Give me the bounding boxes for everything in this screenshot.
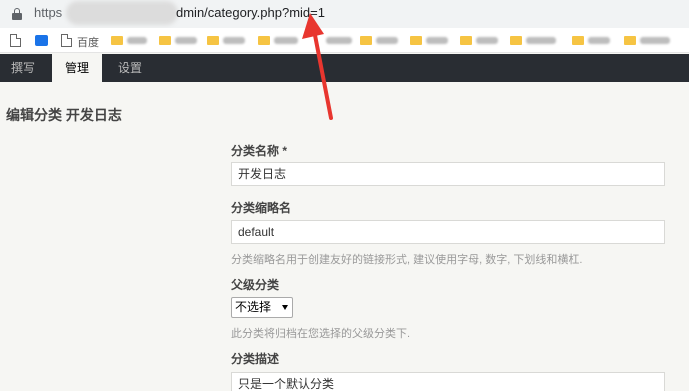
redacted-bookmark — [127, 37, 147, 44]
app-icon[interactable] — [35, 35, 48, 46]
url-path: dmin/category.php?mid=1 — [176, 5, 325, 20]
redacted-bookmark — [426, 37, 448, 44]
parent-category-label: 父级分类 — [231, 278, 280, 292]
url-protocol: https — [34, 5, 63, 20]
redacted-bookmark — [476, 37, 498, 44]
parent-category-select[interactable]: 不选择 — [231, 297, 293, 318]
redacted-domain — [66, 1, 178, 25]
folder-icon[interactable] — [111, 36, 123, 45]
admin-nav: 撰写 管理 设置 — [0, 54, 689, 82]
folder-icon[interactable] — [572, 36, 584, 45]
bookmarks-bar: 百度 — [0, 28, 689, 53]
bookmark-label[interactable]: 百度 — [77, 34, 99, 50]
page-icon[interactable] — [61, 34, 72, 47]
redacted-bookmark — [640, 37, 670, 44]
folder-icon[interactable] — [159, 36, 171, 45]
category-name-label: 分类名称 * — [231, 144, 288, 158]
page-title: 编辑分类 开发日志 — [6, 107, 122, 123]
redacted-bookmark — [588, 37, 610, 44]
folder-icon[interactable] — [624, 36, 636, 45]
category-desc-label: 分类描述 — [231, 352, 280, 366]
redacted-bookmark — [376, 37, 398, 44]
folder-icon[interactable] — [207, 36, 219, 45]
redacted-bookmark — [223, 37, 245, 44]
redacted-bookmark — [274, 37, 298, 44]
nav-write[interactable]: 撰写 — [0, 54, 46, 82]
category-slug-input[interactable]: default — [231, 220, 665, 244]
folder-icon[interactable] — [460, 36, 472, 45]
category-name-input[interactable]: 开发日志 — [231, 162, 665, 186]
folder-icon[interactable] — [258, 36, 270, 45]
folder-icon[interactable] — [410, 36, 422, 45]
redacted-bookmark — [175, 37, 197, 44]
folder-icon[interactable] — [360, 36, 372, 45]
redacted-bookmark — [326, 37, 352, 44]
redacted-bookmark — [526, 37, 556, 44]
parent-category-value: 不选择 — [235, 300, 272, 314]
category-desc-input[interactable]: 只是一个默认分类 — [231, 372, 665, 391]
browser-address-bar: https dmin/category.php?mid=1 — [0, 0, 689, 28]
category-slug-label: 分类缩略名 — [231, 201, 292, 215]
nav-settings[interactable]: 设置 — [106, 54, 154, 82]
lock-icon[interactable] — [12, 8, 22, 20]
slug-hint: 分类缩略名用于创建友好的链接形式, 建议使用字母, 数字, 下划线和横杠. — [231, 254, 583, 266]
folder-icon[interactable] — [510, 36, 522, 45]
page-icon[interactable] — [10, 34, 21, 47]
parent-hint: 此分类将归档在您选择的父级分类下. — [231, 328, 411, 340]
nav-manage[interactable]: 管理 — [52, 54, 102, 82]
dropdown-arrow-icon — [282, 305, 288, 310]
